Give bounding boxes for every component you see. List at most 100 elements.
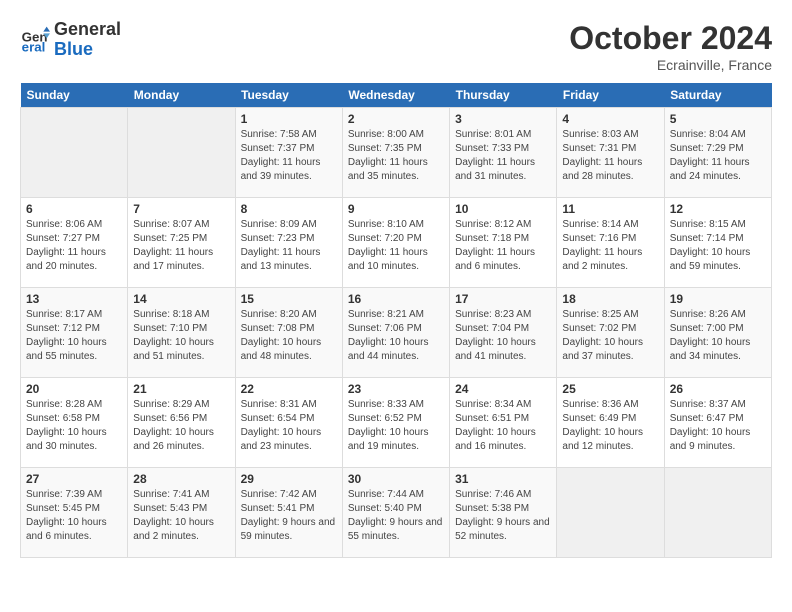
day-number: 22 — [241, 382, 337, 396]
day-info: Sunrise: 8:25 AMSunset: 7:02 PMDaylight:… — [562, 308, 658, 364]
logo-icon: Gen eral — [20, 25, 50, 55]
day-number: 14 — [133, 292, 229, 306]
day-info: Sunrise: 8:01 AMSunset: 7:33 PMDaylight:… — [455, 128, 551, 184]
day-number: 10 — [455, 202, 551, 216]
day-info: Sunrise: 7:58 AMSunset: 7:37 PMDaylight:… — [241, 128, 337, 184]
calendar-cell: 7 Sunrise: 8:07 AMSunset: 7:25 PMDaylight… — [128, 198, 235, 288]
calendar-cell: 17 Sunrise: 8:23 AMSunset: 7:04 PMDayligh… — [450, 288, 557, 378]
day-number: 27 — [26, 472, 122, 486]
calendar-table: SundayMondayTuesdayWednesdayThursdayFrid… — [20, 83, 772, 558]
logo: Gen eral General Blue — [20, 20, 121, 60]
day-number: 9 — [348, 202, 444, 216]
day-info: Sunrise: 8:31 AMSunset: 6:54 PMDaylight:… — [241, 398, 337, 454]
weekday-header-sunday: Sunday — [21, 83, 128, 108]
day-info: Sunrise: 8:06 AMSunset: 7:27 PMDaylight:… — [26, 218, 122, 274]
svg-text:eral: eral — [22, 39, 46, 54]
calendar-week-row: 6 Sunrise: 8:06 AMSunset: 7:27 PMDaylight… — [21, 198, 772, 288]
calendar-cell: 24Sunrise: 8:34 AMSunset: 6:51 PMDayligh… — [450, 378, 557, 468]
calendar-cell: 16Sunrise: 8:21 AMSunset: 7:06 PMDayligh… — [342, 288, 449, 378]
day-number: 30 — [348, 472, 444, 486]
day-number: 13 — [26, 292, 122, 306]
calendar-cell — [128, 108, 235, 198]
day-number: 29 — [241, 472, 337, 486]
day-number: 17 — [455, 292, 551, 306]
calendar-cell: 11Sunrise: 8:14 AMSunset: 7:16 PMDayligh… — [557, 198, 664, 288]
day-info: Sunrise: 8:17 AMSunset: 7:12 PMDaylight:… — [26, 308, 122, 364]
day-number: 3 — [455, 112, 551, 126]
day-info: Sunrise: 7:41 AMSunset: 5:43 PMDaylight:… — [133, 488, 229, 544]
day-info: Sunrise: 8:26 AMSunset: 7:00 PMDaylight:… — [670, 308, 766, 364]
day-number: 4 — [562, 112, 658, 126]
calendar-cell: 19 Sunrise: 8:26 AMSunset: 7:00 PMDayligh… — [664, 288, 771, 378]
weekday-header-wednesday: Wednesday — [342, 83, 449, 108]
day-info: Sunrise: 8:07 AMSunset: 7:25 PMDaylight:… — [133, 218, 229, 274]
day-number: 7 — [133, 202, 229, 216]
logo-text-general: General — [54, 20, 121, 40]
calendar-cell: 20Sunrise: 8:28 AMSunset: 6:58 PMDayligh… — [21, 378, 128, 468]
calendar-cell: 27Sunrise: 7:39 AMSunset: 5:45 PMDayligh… — [21, 468, 128, 558]
day-info: Sunrise: 8:10 AMSunset: 7:20 PMDaylight:… — [348, 218, 444, 274]
calendar-week-row: 20Sunrise: 8:28 AMSunset: 6:58 PMDayligh… — [21, 378, 772, 468]
day-number: 23 — [348, 382, 444, 396]
calendar-cell: 3 Sunrise: 8:01 AMSunset: 7:33 PMDaylight… — [450, 108, 557, 198]
calendar-week-row: 13 Sunrise: 8:17 AMSunset: 7:12 PMDayligh… — [21, 288, 772, 378]
calendar-cell: 13 Sunrise: 8:17 AMSunset: 7:12 PMDayligh… — [21, 288, 128, 378]
day-info: Sunrise: 8:04 AMSunset: 7:29 PMDaylight:… — [670, 128, 766, 184]
calendar-cell: 21 Sunrise: 8:29 AMSunset: 6:56 PMDayligh… — [128, 378, 235, 468]
location: Ecrainville, France — [569, 57, 772, 73]
day-info: Sunrise: 8:36 AMSunset: 6:49 PMDaylight:… — [562, 398, 658, 454]
calendar-cell: 29 Sunrise: 7:42 AMSunset: 5:41 PMDayligh… — [235, 468, 342, 558]
calendar-week-row: 1 Sunrise: 7:58 AMSunset: 7:37 PMDaylight… — [21, 108, 772, 198]
day-info: Sunrise: 8:18 AMSunset: 7:10 PMDaylight:… — [133, 308, 229, 364]
weekday-header-tuesday: Tuesday — [235, 83, 342, 108]
day-info: Sunrise: 8:09 AMSunset: 7:23 PMDaylight:… — [241, 218, 337, 274]
calendar-cell: 12 Sunrise: 8:15 AMSunset: 7:14 PMDayligh… — [664, 198, 771, 288]
day-number: 1 — [241, 112, 337, 126]
weekday-header-monday: Monday — [128, 83, 235, 108]
calendar-cell: 22 Sunrise: 8:31 AMSunset: 6:54 PMDayligh… — [235, 378, 342, 468]
day-number: 21 — [133, 382, 229, 396]
weekday-header-saturday: Saturday — [664, 83, 771, 108]
day-number: 6 — [26, 202, 122, 216]
logo-text-blue: Blue — [54, 40, 121, 60]
day-info: Sunrise: 8:33 AMSunset: 6:52 PMDaylight:… — [348, 398, 444, 454]
calendar-cell — [557, 468, 664, 558]
calendar-cell — [664, 468, 771, 558]
day-info: Sunrise: 8:29 AMSunset: 6:56 PMDaylight:… — [133, 398, 229, 454]
calendar-cell: 5 Sunrise: 8:04 AMSunset: 7:29 PMDaylight… — [664, 108, 771, 198]
day-number: 12 — [670, 202, 766, 216]
day-number: 5 — [670, 112, 766, 126]
calendar-week-row: 27Sunrise: 7:39 AMSunset: 5:45 PMDayligh… — [21, 468, 772, 558]
page-header: Gen eral General Blue October 2024 Ecrai… — [20, 20, 772, 73]
day-info: Sunrise: 8:34 AMSunset: 6:51 PMDaylight:… — [455, 398, 551, 454]
day-number: 16 — [348, 292, 444, 306]
day-info: Sunrise: 8:23 AMSunset: 7:04 PMDaylight:… — [455, 308, 551, 364]
calendar-cell: 4 Sunrise: 8:03 AMSunset: 7:31 PMDaylight… — [557, 108, 664, 198]
calendar-cell: 2Sunrise: 8:00 AMSunset: 7:35 PMDaylight… — [342, 108, 449, 198]
calendar-cell: 6 Sunrise: 8:06 AMSunset: 7:27 PMDaylight… — [21, 198, 128, 288]
day-info: Sunrise: 8:12 AMSunset: 7:18 PMDaylight:… — [455, 218, 551, 274]
day-number: 8 — [241, 202, 337, 216]
calendar-cell: 31 Sunrise: 7:46 AMSunset: 5:38 PMDayligh… — [450, 468, 557, 558]
day-number: 19 — [670, 292, 766, 306]
weekday-header-friday: Friday — [557, 83, 664, 108]
day-info: Sunrise: 7:44 AMSunset: 5:40 PMDaylight:… — [348, 488, 444, 544]
calendar-cell: 23 Sunrise: 8:33 AMSunset: 6:52 PMDayligh… — [342, 378, 449, 468]
weekday-header-row: SundayMondayTuesdayWednesdayThursdayFrid… — [21, 83, 772, 108]
day-info: Sunrise: 8:15 AMSunset: 7:14 PMDaylight:… — [670, 218, 766, 274]
day-number: 11 — [562, 202, 658, 216]
calendar-cell: 15Sunrise: 8:20 AMSunset: 7:08 PMDayligh… — [235, 288, 342, 378]
day-info: Sunrise: 7:42 AMSunset: 5:41 PMDaylight:… — [241, 488, 337, 544]
day-number: 18 — [562, 292, 658, 306]
calendar-cell: 1 Sunrise: 7:58 AMSunset: 7:37 PMDaylight… — [235, 108, 342, 198]
day-number: 28 — [133, 472, 229, 486]
day-info: Sunrise: 8:37 AMSunset: 6:47 PMDaylight:… — [670, 398, 766, 454]
title-block: October 2024 Ecrainville, France — [569, 20, 772, 73]
day-number: 25 — [562, 382, 658, 396]
day-info: Sunrise: 7:46 AMSunset: 5:38 PMDaylight:… — [455, 488, 551, 544]
day-number: 20 — [26, 382, 122, 396]
day-number: 31 — [455, 472, 551, 486]
day-info: Sunrise: 8:03 AMSunset: 7:31 PMDaylight:… — [562, 128, 658, 184]
day-number: 2 — [348, 112, 444, 126]
day-number: 15 — [241, 292, 337, 306]
